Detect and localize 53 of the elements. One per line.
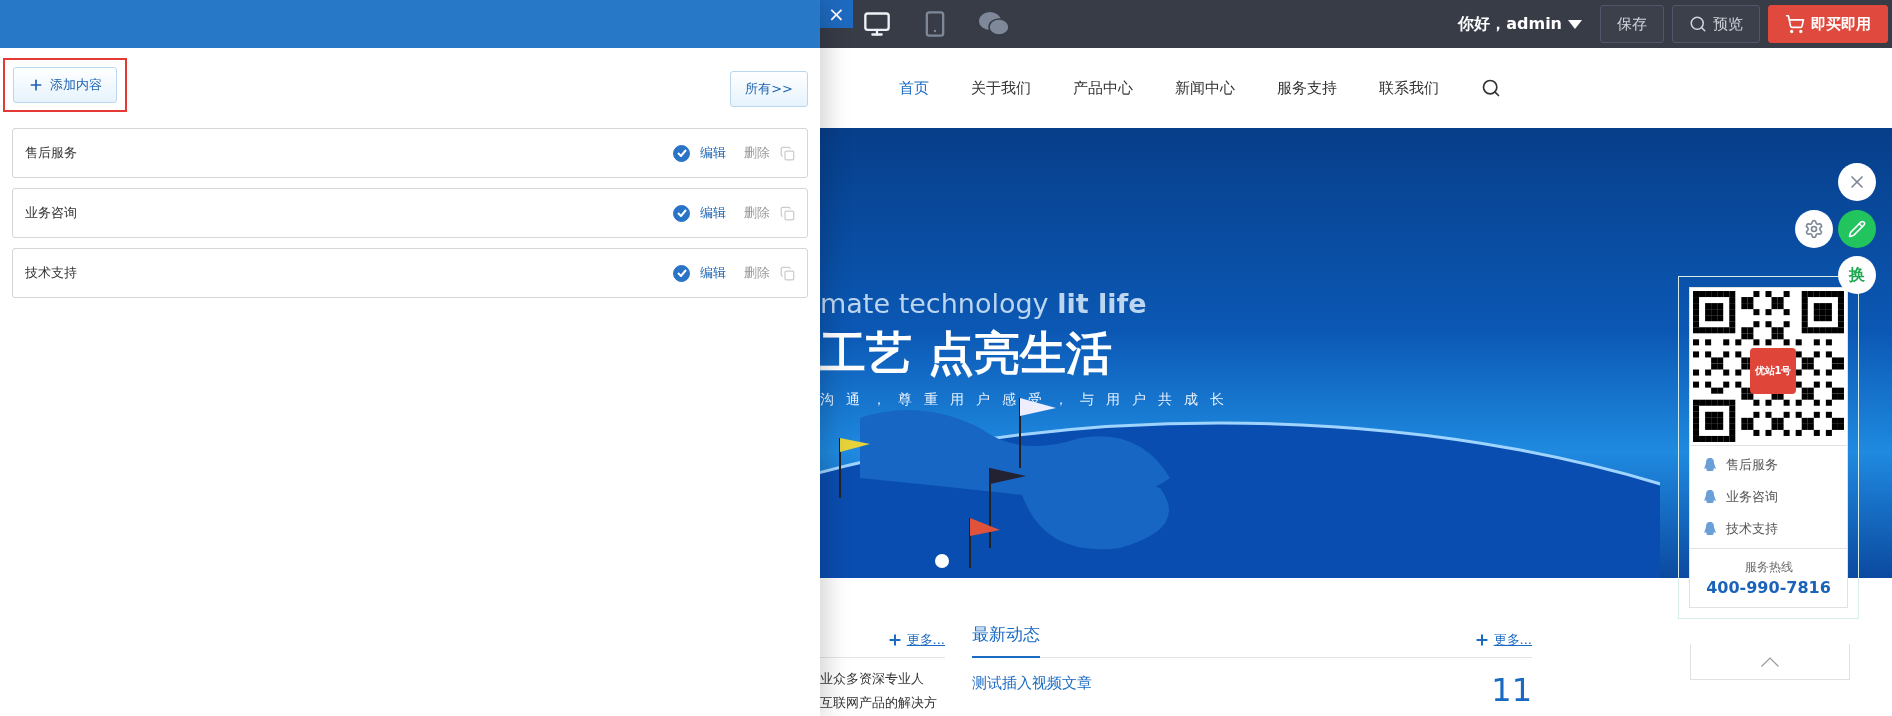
edit-link[interactable]: 编辑 xyxy=(700,144,726,162)
chevron-up-icon xyxy=(1761,656,1779,667)
hotline-label: 服务热线 xyxy=(1744,559,1793,576)
nav-link[interactable]: 新闻中心 xyxy=(1175,78,1235,98)
contact-link[interactable]: 售后服务 xyxy=(1704,456,1833,474)
save-button[interactable]: 保存 xyxy=(1600,5,1664,43)
add-content-button[interactable]: 添加内容 xyxy=(13,67,117,103)
preview-button[interactable]: 预览 xyxy=(1672,5,1760,43)
settings-icon xyxy=(1804,219,1824,239)
edit-link[interactable]: 编辑 xyxy=(700,204,726,222)
buy-button[interactable]: 即买即用 xyxy=(1768,5,1888,43)
contact-link[interactable]: 业务咨询 xyxy=(1704,488,1833,506)
row-label: 技术支持 xyxy=(25,264,78,282)
article-title[interactable]: 测试插入视频文章 xyxy=(972,674,1092,693)
penguin-icon xyxy=(1704,490,1716,503)
qr-logo: 优站1号 xyxy=(1750,348,1796,394)
desktop-view-button[interactable] xyxy=(863,10,891,38)
cart-icon xyxy=(1785,14,1805,34)
hero-subtitle: 沟通，尊重用户感受，与用户共成长 xyxy=(820,391,1236,409)
hotline-number: 400-990-7816 xyxy=(1706,578,1831,597)
intro-text: 互联网产品的解决方 xyxy=(820,694,938,712)
pencil-icon xyxy=(1848,220,1866,238)
news-heading[interactable]: 最新动态 xyxy=(972,623,1040,658)
check-icon[interactable] xyxy=(673,144,690,162)
plus-icon xyxy=(886,632,903,648)
penguin-icon xyxy=(1704,458,1716,471)
user-greeting[interactable]: 你好，admin xyxy=(1458,13,1582,35)
hero-title: 工艺 点亮生活 xyxy=(820,325,1112,382)
edit-link[interactable]: 编辑 xyxy=(700,264,726,282)
nav-link[interactable]: 联系我们 xyxy=(1379,78,1439,98)
hero-tagline: mate technology lit life xyxy=(820,288,1147,319)
check-icon[interactable] xyxy=(673,264,690,282)
all-button[interactable]: 所有>> xyxy=(730,71,808,107)
wechat-view-button[interactable] xyxy=(979,11,1009,37)
plus-icon xyxy=(1473,632,1490,648)
contact-link[interactable]: 技术支持 xyxy=(1704,520,1833,538)
penguin-icon xyxy=(1704,522,1716,535)
plus-icon xyxy=(28,77,44,93)
close-button[interactable]: × xyxy=(820,0,853,28)
nav-link[interactable]: 产品中心 xyxy=(1073,78,1133,98)
more-link[interactable]: 更多... xyxy=(1473,631,1532,649)
row-label: 业务咨询 xyxy=(25,204,78,222)
intro-text: 业众多资深专业人 xyxy=(820,670,925,688)
search-icon xyxy=(1689,15,1707,33)
nav-link[interactable]: 关于我们 xyxy=(971,78,1031,98)
search-icon[interactable] xyxy=(1481,78,1501,98)
check-icon[interactable] xyxy=(673,204,690,222)
nav-link[interactable]: 服务支持 xyxy=(1277,78,1337,98)
article-day: 11 xyxy=(1491,674,1532,706)
caret-icon xyxy=(1568,19,1582,29)
row-label: 售后服务 xyxy=(25,144,78,162)
more-link[interactable]: 更多... xyxy=(886,631,945,649)
nav-link[interactable]: 首页 xyxy=(899,78,929,98)
